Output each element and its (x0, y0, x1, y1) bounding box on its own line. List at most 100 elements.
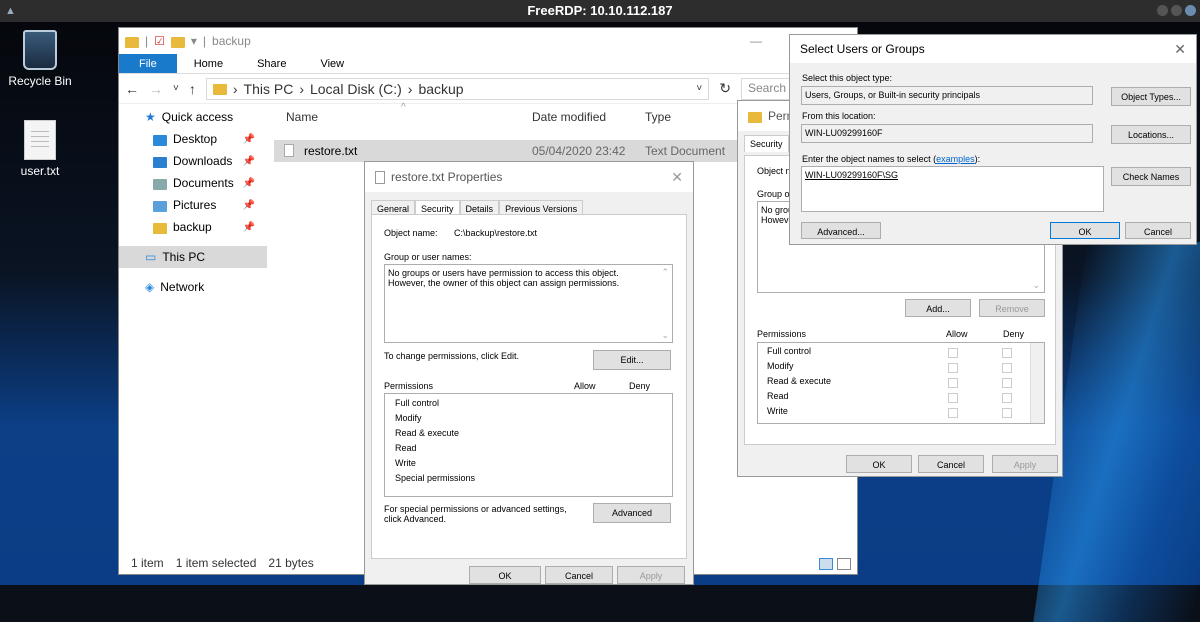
scroll-up-icon[interactable]: ⌃ (661, 267, 669, 277)
nav-label: Downloads (173, 154, 233, 168)
folder-icon (153, 222, 167, 234)
large-icons-view-icon[interactable] (837, 558, 851, 570)
deny-checkbox[interactable] (1002, 393, 1012, 403)
navigation-pane: ★ Quick access Desktop 📌 Downloads 📌 Docume… (119, 106, 267, 298)
security-pane: Object name: C:\backup\restore.txt Group… (371, 214, 687, 559)
breadcrumb-this-pc[interactable]: This PC (244, 81, 294, 97)
pin-icon[interactable]: 📌 (243, 200, 255, 211)
properties-check-icon[interactable]: ☑ (154, 34, 165, 48)
deny-checkbox[interactable] (1002, 378, 1012, 388)
nav-this-pc[interactable]: ▭ This PC (119, 246, 267, 268)
ok-button[interactable]: OK (469, 566, 541, 584)
pin-icon[interactable]: 📌 (243, 156, 255, 167)
ok-button[interactable]: OK (1050, 222, 1120, 239)
deny-checkbox[interactable] (1002, 408, 1012, 418)
check-names-button[interactable]: Check Names (1111, 167, 1191, 186)
perm-write: Write (767, 406, 788, 416)
allow-checkbox[interactable] (948, 363, 958, 373)
details-view-icon[interactable] (819, 558, 833, 570)
examples-link[interactable]: examples (936, 154, 975, 164)
forward-arrow-icon[interactable]: → (149, 81, 163, 97)
tab-file[interactable]: File (119, 54, 177, 73)
nav-network[interactable]: ◈ Network (119, 276, 267, 298)
allow-checkbox[interactable] (948, 393, 958, 403)
add-button[interactable]: Add... (905, 299, 971, 317)
perm-read-execute: Read & execute (767, 376, 832, 386)
maximize-dot-icon[interactable] (1171, 5, 1182, 16)
breadcrumb-local-disk[interactable]: Local Disk (C:) (310, 81, 402, 97)
user-txt-label: user.txt (20, 164, 60, 178)
close-icon[interactable]: ✕ (1174, 41, 1186, 58)
locations-button[interactable]: Locations... (1111, 125, 1191, 144)
allow-checkbox[interactable] (948, 348, 958, 358)
tab-home[interactable]: Home (177, 54, 240, 73)
deny-checkbox[interactable] (1002, 363, 1012, 373)
downloads-icon (153, 156, 167, 168)
qa-dropdown-icon[interactable]: ▾ (191, 34, 197, 48)
breadcrumb-backup[interactable]: backup (418, 81, 463, 97)
up-arrow-icon[interactable]: ↑ (189, 81, 196, 97)
tab-view[interactable]: View (303, 54, 361, 73)
desktop-icon-user-txt[interactable]: user.txt (0, 120, 80, 178)
selected-count: 1 item selected (175, 556, 257, 570)
object-name-value: C:\backup\restore.txt (454, 228, 538, 238)
ok-button[interactable]: OK (846, 455, 912, 473)
network-icon: ◈ (145, 280, 155, 294)
folder-icon (212, 84, 227, 95)
address-dropdown-icon[interactable]: ˅ (696, 83, 702, 94)
cancel-button[interactable]: Cancel (545, 566, 613, 584)
recent-dropdown-icon[interactable]: ˅ (173, 83, 179, 94)
group-list[interactable]: No groups or users have permission to ac… (384, 264, 673, 343)
quick-access-toolbar: | ☑ ▾ | backup — (119, 28, 857, 54)
nav-label: Network (160, 280, 205, 294)
cancel-button[interactable]: Cancel (1125, 222, 1191, 239)
object-names-input[interactable]: WIN-LU09299160F\SG (801, 166, 1104, 212)
nav-pictures[interactable]: Pictures 📌 (119, 194, 267, 216)
edit-button[interactable]: Edit... (593, 350, 671, 370)
pin-icon[interactable]: 📌 (243, 178, 255, 189)
address-bar[interactable]: › This PC › Local Disk (C:) › backup ˅ (205, 77, 710, 100)
cancel-button[interactable]: Cancel (918, 455, 984, 473)
change-permissions-text: To change permissions, click Edit. (384, 351, 520, 361)
deny-header: Deny (629, 381, 651, 391)
scroll-down-icon[interactable]: ⌄ (1032, 280, 1040, 290)
apply-button[interactable]: Apply (617, 566, 685, 584)
advanced-button[interactable]: Advanced (593, 503, 671, 523)
object-type-label: Select this object type: (802, 73, 893, 83)
deny-checkbox[interactable] (1002, 348, 1012, 358)
separator: | (202, 34, 207, 48)
sort-arrow-icon: ^ (401, 102, 406, 113)
desktop-icon-recycle-bin[interactable]: Recycle Bin (0, 30, 80, 88)
column-header-date[interactable]: Date modified (532, 110, 606, 124)
advanced-button[interactable]: Advanced... (801, 222, 881, 239)
nav-downloads[interactable]: Downloads 📌 (119, 150, 267, 172)
pin-icon[interactable]: 📌 (243, 134, 255, 145)
remove-button[interactable]: Remove (979, 299, 1045, 317)
apply-button[interactable]: Apply (992, 455, 1058, 473)
allow-checkbox[interactable] (948, 378, 958, 388)
minimize-icon[interactable]: — (750, 34, 762, 48)
file-date: 05/04/2020 23:42 (532, 144, 626, 158)
table-row[interactable]: restore.txt 05/04/2020 23:42 Text Docume… (274, 140, 777, 162)
close-dot-icon[interactable] (1185, 5, 1196, 16)
object-types-button[interactable]: Object Types... (1111, 87, 1191, 106)
perm-read: Read (395, 443, 417, 453)
refresh-icon[interactable]: ↻ (719, 80, 731, 97)
pin-icon[interactable]: 📌 (243, 222, 255, 233)
new-folder-icon[interactable] (170, 36, 185, 48)
scroll-down-icon[interactable]: ⌄ (661, 330, 669, 340)
column-header-name[interactable]: Name (286, 110, 318, 124)
nav-quick-access[interactable]: ★ Quick access (119, 106, 267, 128)
back-arrow-icon[interactable]: ← (125, 81, 139, 97)
documents-icon (153, 178, 167, 190)
close-icon[interactable]: ✕ (671, 169, 683, 186)
tab-share[interactable]: Share (240, 54, 303, 73)
column-header-type[interactable]: Type (645, 110, 671, 124)
nav-desktop[interactable]: Desktop 📌 (119, 128, 267, 150)
allow-checkbox[interactable] (948, 408, 958, 418)
nav-backup[interactable]: backup 📌 (119, 216, 267, 238)
tab-security[interactable]: Security (744, 135, 789, 152)
minimize-dot-icon[interactable] (1157, 5, 1168, 16)
permissions-scrollbar[interactable] (1030, 343, 1044, 423)
nav-documents[interactable]: Documents 📌 (119, 172, 267, 194)
